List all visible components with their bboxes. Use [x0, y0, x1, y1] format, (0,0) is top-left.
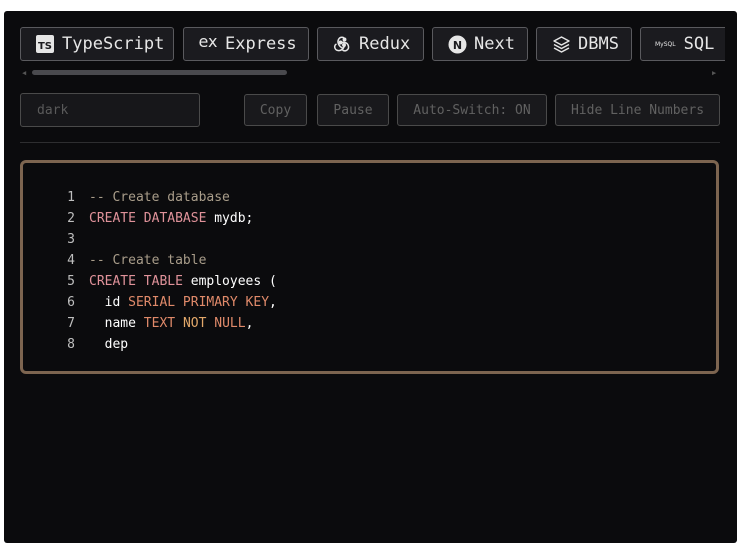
code-token: dep	[89, 337, 129, 352]
code-token: -- Create database	[89, 190, 230, 205]
code-token: ,	[245, 316, 254, 331]
divider	[20, 142, 720, 143]
code-token: name	[89, 316, 144, 331]
line-number: 6	[67, 295, 75, 310]
auto-switch-button[interactable]: Auto-Switch: ON	[397, 94, 547, 126]
line-number: 4	[67, 253, 75, 268]
scroll-right-icon[interactable]: ▶	[712, 69, 716, 77]
tab-label: DBMS	[578, 34, 619, 54]
line-content: CREATE DATABASE mydb;	[89, 208, 253, 229]
code-token: CREATE DATABASE	[89, 211, 207, 226]
code-block: 1 -- Create database 2 CREATE DATABASE mydb…	[23, 187, 716, 355]
line-number: 3	[67, 232, 75, 247]
theme-input[interactable]	[20, 93, 200, 127]
layers-icon	[551, 34, 571, 54]
line-content: -- Create table	[89, 250, 206, 271]
tab-label: TypeScript	[62, 34, 165, 54]
typescript-icon: TS	[35, 34, 55, 54]
tab-label: Next	[474, 34, 515, 54]
tab-scrollbar[interactable]: ◀ ▶	[20, 68, 725, 78]
app-window: TS TypeScript ex Express Redux N Next DB…	[4, 11, 737, 543]
mysql-icon: MySQL	[655, 40, 676, 48]
line-content: -- Create database	[89, 187, 230, 208]
code-token: id	[89, 295, 129, 310]
code-token: TEXT	[143, 316, 183, 331]
tab-redux[interactable]: Redux	[317, 27, 424, 61]
hide-line-numbers-button[interactable]: Hide Line Numbers	[555, 94, 720, 126]
code-token: mydb;	[206, 211, 254, 226]
line-content: CREATE TABLE employees (	[89, 271, 277, 292]
code-line: 3	[23, 229, 716, 250]
line-content: id SERIAL PRIMARY KEY,	[89, 292, 277, 313]
code-line: 7 name TEXT NOT NULL,	[23, 313, 716, 334]
tab-label: Express	[225, 34, 297, 54]
line-number: 5	[67, 274, 75, 289]
line-content: name TEXT NOT NULL,	[89, 313, 254, 334]
code-token: -- Create table	[89, 253, 207, 268]
line-number: 2	[67, 211, 75, 226]
scroll-left-icon[interactable]: ◀	[22, 69, 26, 77]
line-number: 7	[67, 316, 75, 331]
code-token: SERIAL PRIMARY KEY	[128, 295, 270, 310]
tab-next[interactable]: N Next	[432, 27, 528, 61]
code-token: NOT	[182, 316, 207, 331]
code-line: 5 CREATE TABLE employees (	[23, 271, 716, 292]
scrollbar-thumb[interactable]	[32, 70, 287, 75]
code-line: 8 dep	[23, 334, 716, 355]
tab-sql[interactable]: MySQL SQL	[640, 27, 725, 61]
code-line: 2 CREATE DATABASE mydb;	[23, 208, 716, 229]
line-number: 1	[67, 190, 75, 205]
tab-label: SQL	[683, 34, 715, 54]
code-token: NULL	[206, 316, 246, 331]
tab-dbms[interactable]: DBMS	[536, 27, 632, 61]
nextjs-icon: N	[447, 34, 467, 54]
code-panel: 1 -- Create database 2 CREATE DATABASE mydb…	[20, 160, 719, 374]
express-icon: ex	[198, 31, 218, 51]
line-number: 8	[67, 337, 75, 352]
redux-icon	[332, 34, 352, 54]
code-token: employees (	[182, 274, 277, 289]
svg-text:TS: TS	[38, 41, 52, 52]
code-line: 1 -- Create database	[23, 187, 716, 208]
tab-label: Redux	[359, 34, 411, 54]
code-token: ,	[269, 295, 277, 310]
pause-button[interactable]: Pause	[317, 94, 389, 126]
tab-typescript[interactable]: TS TypeScript	[20, 27, 174, 61]
copy-button[interactable]: Copy	[244, 94, 307, 126]
language-tab-bar: TS TypeScript ex Express Redux N Next DB…	[20, 27, 725, 65]
line-content: dep	[89, 334, 129, 355]
svg-text:N: N	[452, 39, 461, 52]
tab-express[interactable]: ex Express	[183, 27, 309, 61]
code-line: 6 id SERIAL PRIMARY KEY,	[23, 292, 716, 313]
code-token: CREATE TABLE	[89, 274, 183, 289]
toolbar: Copy Pause Auto-Switch: ON Hide Line Num…	[20, 93, 725, 127]
code-line: 4 -- Create table	[23, 250, 716, 271]
